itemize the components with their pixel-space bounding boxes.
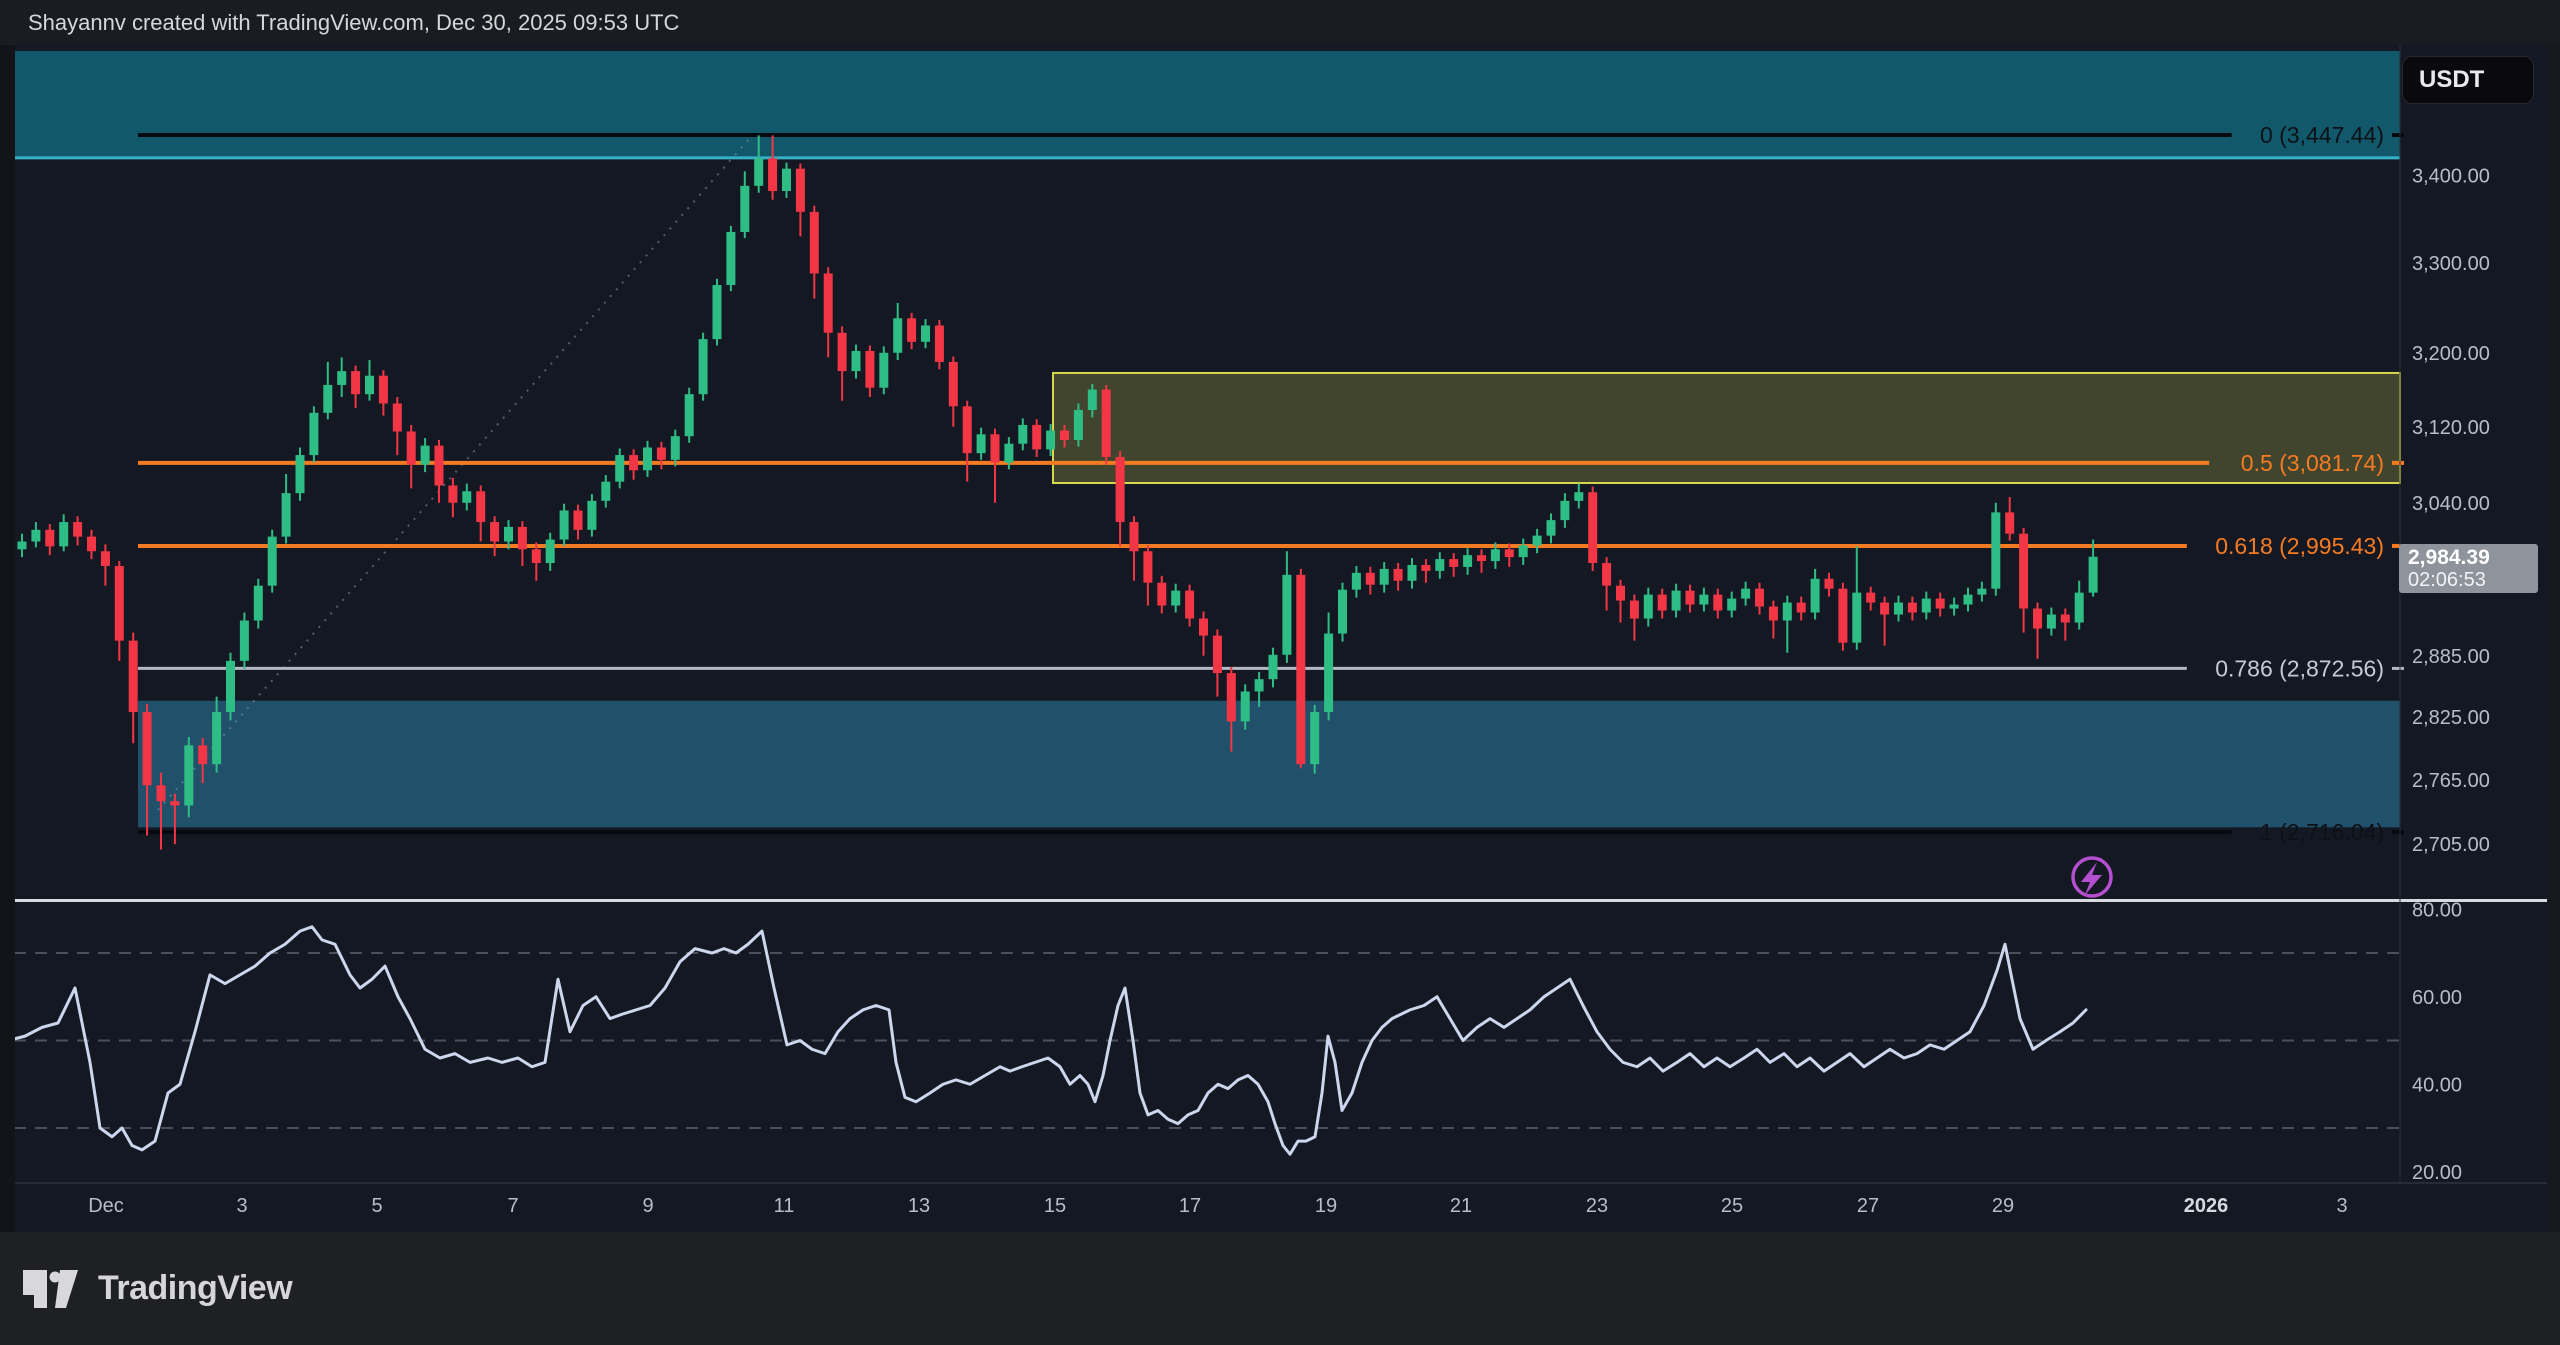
fib-level-label: 1 (2,716.04) [2260,819,2384,845]
zone-yellow-box[interactable] [1053,373,2400,483]
tradingview-wordmark[interactable]: TradingView [98,1269,292,1308]
time-tick-label: 5 [371,1195,382,1217]
chart-canvas[interactable]: 0 (3,447.44) 0.5 (3,081.74) 0.618 (2,995.4… [0,45,2560,1232]
rsi-tick-label: 20.00 [2412,1162,2462,1184]
rsi-tick-label: 60.00 [2412,987,2462,1009]
price-axis[interactable]: 3,400.00 3,300.00 3,200.00 3,120.00 3,040.00… [2412,166,2490,1184]
time-tick-label: 13 [908,1195,930,1217]
price-tick-label: 3,200.00 [2412,343,2490,365]
time-tick-label: 21 [1450,1195,1472,1217]
right-margin [2547,45,2560,1232]
time-tick-label: Dec [88,1195,124,1217]
quote-currency-button[interactable]: USDT [2402,56,2534,104]
left-margin [0,45,15,1232]
price-tick-label: 2,705.00 [2412,834,2490,856]
price-tick-label: 2,765.00 [2412,770,2490,792]
footer-bar: TradingView [0,1232,2560,1345]
price-tick-label: 2,885.00 [2412,646,2490,668]
time-tick-label: 23 [1586,1195,1608,1217]
price-tick-label: 3,300.00 [2412,253,2490,275]
time-tick-label: 29 [1992,1195,2014,1217]
rsi-tick-label: 40.00 [2412,1074,2462,1096]
candle-countdown: 02:06:53 [2408,569,2538,591]
fib-level-label: 0 (3,447.44) [2260,122,2384,148]
time-tick-label: 27 [1857,1195,1879,1217]
price-tick-label: 3,040.00 [2412,493,2490,515]
time-tick-label: 17 [1179,1195,1201,1217]
lightning-icon[interactable] [2073,858,2111,896]
price-tick-label: 3,120.00 [2412,417,2490,439]
time-tick-label: 7 [507,1195,518,1217]
time-axis[interactable]: Dec 3 5 7 9 11 13 15 17 19 21 23 25 27 29 2026 3 [88,1195,2347,1217]
time-tick-label: 3 [236,1195,247,1217]
zone-supply-teal[interactable] [14,51,2400,158]
pane-separator[interactable] [0,899,2560,902]
last-price: 2,984.39 [2408,546,2538,569]
fib-level-label: 0.5 (3,081.74) [2241,450,2384,476]
fib-level-0.618[interactable]: 0.618 (2,995.43) [138,533,2404,559]
time-tick-label: 2026 [2184,1195,2229,1217]
rsi-tick-label: 80.00 [2412,899,2462,921]
tradingview-logo-icon[interactable] [22,1265,86,1313]
last-price-badge: 2,984.39 02:06:53 [2399,544,2538,593]
chart-svg[interactable]: 0 (3,447.44) 0.5 (3,081.74) 0.618 (2,995.4… [0,45,2560,1232]
fib-level-label: 0.618 (2,995.43) [2215,533,2384,559]
time-tick-label: 3 [2336,1195,2347,1217]
chart-attribution-bar: Shayannv created with TradingView.com, D… [0,0,2560,45]
zone-demand-blue[interactable] [138,701,2400,828]
time-tick-label: 11 [774,1195,795,1217]
time-tick-label: 19 [1315,1195,1337,1217]
price-tick-label: 3,400.00 [2412,166,2490,188]
fib-level-label: 0.786 (2,872.56) [2215,655,2384,681]
time-tick-label: 15 [1044,1195,1066,1217]
price-tick-label: 2,825.00 [2412,707,2490,729]
time-tick-label: 9 [642,1195,653,1217]
time-tick-label: 25 [1721,1195,1743,1217]
attribution-text: Shayannv created with TradingView.com, D… [28,10,679,35]
